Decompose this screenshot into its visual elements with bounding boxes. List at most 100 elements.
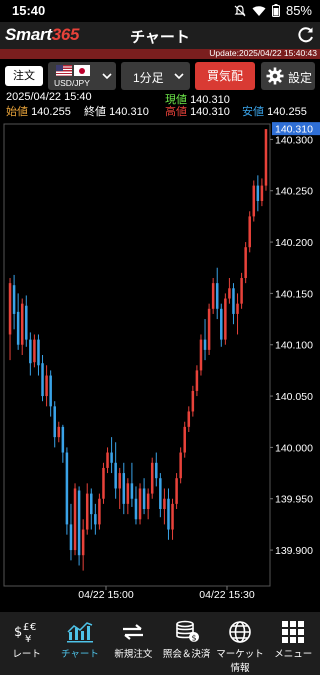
candle-body bbox=[126, 483, 130, 504]
timeframe-selector[interactable]: 1分足 bbox=[121, 62, 190, 90]
current-price-label: 140.310 bbox=[275, 124, 313, 136]
settings-button[interactable]: 設定 bbox=[261, 62, 315, 90]
candle-body bbox=[163, 498, 166, 509]
bottom-nav: $ £ € ¥ レート チャート 新規注文 $ 照会＆決済 マーケット情報 メニ… bbox=[0, 612, 320, 675]
candle-body bbox=[211, 283, 215, 309]
candle-body bbox=[183, 426, 186, 453]
app-header: Smart365 チャート bbox=[0, 22, 320, 49]
arrows-icon bbox=[123, 624, 144, 640]
nav-chart[interactable]: チャート bbox=[53, 612, 106, 675]
grid-icon bbox=[282, 621, 305, 643]
candlestick-chart[interactable]: 140.300 140.250 140.200 140.150 140.100 140.0… bbox=[0, 118, 320, 612]
close-value: 140.310 bbox=[109, 106, 149, 118]
open-label: 始値 bbox=[6, 106, 28, 118]
currency-pair-selector[interactable]: USD/JPY bbox=[48, 62, 116, 90]
candle-body bbox=[106, 452, 109, 468]
candle-body bbox=[248, 216, 251, 248]
candle-body bbox=[8, 283, 12, 335]
nav-new-order[interactable]: 新規注文 bbox=[107, 612, 160, 675]
candle-body bbox=[167, 498, 170, 530]
candle-body bbox=[240, 278, 243, 304]
y-tick-label: 140.300 bbox=[275, 134, 313, 146]
candle-body bbox=[228, 288, 231, 299]
currency-icon: $ £ € ¥ bbox=[14, 622, 36, 644]
candle-body bbox=[236, 303, 239, 314]
candle-body bbox=[102, 467, 105, 499]
candle-body bbox=[244, 247, 247, 278]
nav-market-info[interactable]: マーケット情報 bbox=[213, 612, 266, 675]
nav-menu[interactable]: メニュー bbox=[267, 612, 320, 675]
candle-body bbox=[69, 524, 73, 551]
chart-svg[interactable]: 140.300 140.250 140.200 140.150 140.100 140.0… bbox=[0, 118, 320, 612]
candle-body bbox=[207, 308, 211, 350]
mute-icon bbox=[234, 4, 246, 16]
order-button[interactable]: 注文 bbox=[5, 66, 43, 86]
candle-body bbox=[37, 339, 40, 366]
candle-body bbox=[146, 493, 150, 509]
candle-body bbox=[61, 426, 65, 453]
candle-body bbox=[25, 305, 28, 340]
update-bar: Update:2025/04/22 15:40:43 bbox=[0, 48, 320, 59]
settings-label: 設定 bbox=[288, 71, 313, 85]
candle-body bbox=[29, 339, 32, 364]
candle-body bbox=[155, 462, 158, 479]
status-bar: 15:40 85% bbox=[0, 0, 320, 22]
currency-pair-label: USD/JPY bbox=[54, 78, 90, 88]
candle-body bbox=[110, 452, 113, 463]
svg-text:$: $ bbox=[191, 634, 196, 643]
candle-body bbox=[85, 493, 89, 530]
candle-body bbox=[94, 514, 97, 525]
gear-icon bbox=[266, 67, 284, 85]
coins-icon: $ bbox=[175, 620, 199, 643]
candle-body bbox=[49, 375, 52, 407]
candle-body bbox=[220, 308, 223, 340]
us-flag-icon bbox=[56, 65, 72, 76]
candle-body bbox=[73, 488, 77, 551]
candle-body bbox=[122, 473, 126, 504]
battery-icon bbox=[271, 4, 280, 17]
candle-body bbox=[12, 285, 16, 314]
candle-body bbox=[65, 452, 69, 525]
y-tick-label: 140.050 bbox=[275, 391, 313, 403]
candle-body bbox=[171, 503, 174, 530]
info-datetime: 2025/04/22 15:40 bbox=[6, 91, 92, 103]
svg-text:£: £ bbox=[23, 622, 29, 633]
svg-text:€: € bbox=[30, 622, 36, 633]
candle-body bbox=[224, 298, 227, 340]
nav-inquiry-settlement[interactable]: $ 照会＆決済 bbox=[160, 612, 213, 675]
candle-body bbox=[159, 478, 162, 509]
x-tick-label: 04/22 15:30 bbox=[199, 589, 255, 601]
candle-body bbox=[150, 462, 154, 494]
open-value: 140.255 bbox=[31, 106, 71, 118]
y-tick-label: 139.950 bbox=[275, 494, 313, 506]
timeframe-label: 1分足 bbox=[133, 71, 164, 85]
jp-flag-icon bbox=[74, 65, 90, 76]
candle-body bbox=[260, 185, 264, 201]
candle-body bbox=[215, 283, 219, 309]
chart-toolbar: 注文 USD/JPY 1分足 買気配 設定 bbox=[0, 59, 320, 91]
candle-body bbox=[98, 498, 101, 525]
refresh-icon[interactable] bbox=[296, 25, 316, 45]
buy-sell-quote-button[interactable]: 買気配 bbox=[195, 62, 255, 90]
y-tick-label: 140.100 bbox=[275, 340, 313, 352]
candle-body bbox=[252, 185, 256, 217]
chevron-down-icon bbox=[174, 73, 184, 80]
candle-body bbox=[199, 339, 203, 371]
y-tick-label: 139.900 bbox=[275, 545, 313, 557]
candle-body bbox=[114, 462, 117, 489]
chart-icon bbox=[66, 622, 93, 643]
candle-body bbox=[41, 363, 44, 397]
nav-rate[interactable]: $ £ € ¥ レート bbox=[0, 612, 53, 675]
candle-body bbox=[16, 311, 20, 345]
candle-body bbox=[20, 303, 24, 345]
low-label: 安値 bbox=[242, 106, 264, 118]
candle-body bbox=[138, 488, 142, 520]
page-title: チャート bbox=[130, 29, 190, 46]
candle-body bbox=[45, 375, 48, 397]
candle-body bbox=[33, 339, 36, 363]
candle-body bbox=[134, 498, 138, 520]
low-value: 140.255 bbox=[267, 106, 307, 118]
ohlc-info: 2025/04/22 15:40 始値 140.255 終値 140.310 現… bbox=[0, 91, 320, 118]
wifi-icon bbox=[252, 5, 266, 16]
y-tick-label: 140.250 bbox=[275, 186, 313, 198]
